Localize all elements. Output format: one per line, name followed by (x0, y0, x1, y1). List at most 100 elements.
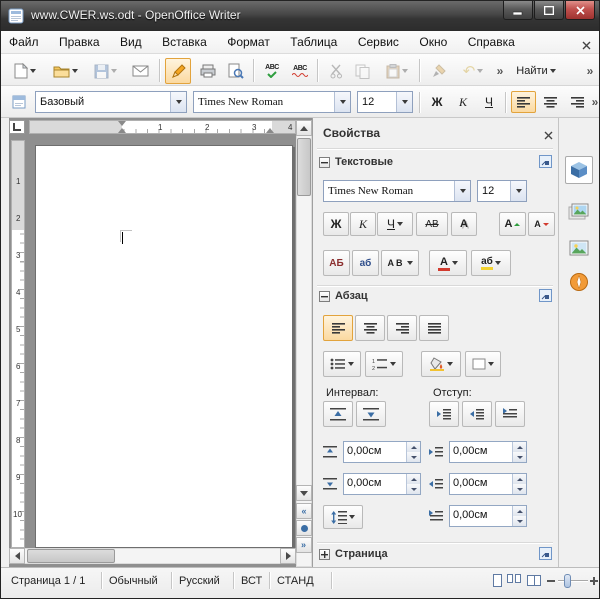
left-indent-marker[interactable] (118, 128, 126, 133)
single-page-view-button[interactable] (493, 574, 502, 587)
print-button[interactable] (195, 58, 221, 84)
close-document-icon[interactable] (582, 37, 591, 55)
title-bar[interactable]: www.CWER.ws.odt - OpenOffice Writer (1, 1, 599, 31)
lowercase-button[interactable]: аб (352, 250, 379, 276)
strikethrough-button[interactable]: АВ (416, 212, 448, 236)
spinner-buttons[interactable] (512, 442, 526, 462)
underline-button[interactable]: Ч (477, 91, 501, 113)
spacing-above-button[interactable] (323, 401, 353, 427)
spellcheck-button[interactable]: ABC (259, 58, 285, 84)
document-page[interactable] (35, 145, 293, 548)
bullet-list-button[interactable] (323, 351, 361, 377)
print-preview-button[interactable] (223, 58, 249, 84)
page-expand-button[interactable] (319, 549, 330, 560)
menu-help[interactable]: Справка (460, 31, 523, 53)
shrink-font-button[interactable]: А (528, 212, 555, 236)
scroll-right-button[interactable] (280, 548, 296, 564)
zoom-out-icon[interactable] (547, 580, 555, 582)
properties-tab[interactable] (565, 156, 593, 184)
language-status[interactable]: Русский (179, 575, 220, 587)
paragraph-dialog-launcher[interactable] (539, 289, 552, 307)
minimize-button[interactable] (503, 1, 533, 20)
character-collapse-button[interactable] (319, 157, 330, 168)
menu-insert[interactable]: Вставка (154, 31, 215, 53)
toolbar-overflow-button[interactable]: » (493, 58, 507, 84)
menu-file[interactable]: Файл (1, 31, 47, 53)
character-spacing-button[interactable]: АВ (381, 250, 419, 276)
navigation-button[interactable] (296, 520, 312, 536)
bold-button[interactable]: Ж (425, 91, 449, 113)
images-tab[interactable] (565, 234, 593, 262)
paragraph-align-right-button[interactable] (387, 315, 417, 341)
selection-mode-status[interactable]: СТАНД (277, 575, 314, 587)
scroll-left-button[interactable] (9, 548, 25, 564)
vertical-ruler[interactable]: 1 2 3 4 5 6 7 8 9 10 (11, 140, 25, 548)
gallery-tab[interactable] (565, 198, 593, 226)
align-center-button[interactable] (538, 91, 563, 113)
close-button[interactable] (565, 1, 595, 20)
scroll-down-button[interactable] (296, 485, 312, 501)
next-page-button[interactable]: « (296, 537, 312, 553)
format-paintbrush-button[interactable] (425, 58, 451, 84)
copy-button[interactable] (349, 58, 375, 84)
sidebar-underline-button[interactable]: Ч (377, 212, 413, 236)
first-line-indent-marker[interactable] (118, 121, 126, 126)
align-right-button[interactable] (565, 91, 590, 113)
numbered-list-button[interactable]: 12 (365, 351, 403, 377)
font-dropdown-button[interactable] (454, 181, 470, 201)
find-button[interactable]: Найти (511, 58, 561, 84)
horizontal-scroll-thumb[interactable] (27, 549, 115, 563)
autospellcheck-button[interactable]: ABC (287, 58, 313, 84)
insert-mode-status[interactable]: ВСТ (241, 575, 262, 587)
page-dialog-launcher[interactable] (539, 547, 552, 565)
cut-button[interactable] (323, 58, 349, 84)
formatting-overflow-button[interactable]: » (589, 91, 600, 113)
paragraph-style-combobox[interactable]: Базовый (35, 91, 187, 113)
find-toolbar-overflow-button[interactable]: » (583, 58, 597, 84)
navigator-tab[interactable] (565, 268, 593, 296)
font-color-button[interactable]: А (429, 250, 467, 276)
font-name-combobox[interactable]: Times New Roman (193, 91, 351, 113)
previous-page-button[interactable]: « (296, 503, 312, 519)
shadow-button[interactable]: А (451, 212, 477, 236)
menu-format[interactable]: Формат (219, 31, 278, 53)
maximize-button[interactable] (534, 1, 564, 20)
spinner-buttons[interactable] (406, 442, 420, 462)
page-status[interactable]: Страница 1 / 1 (11, 575, 85, 587)
font-dropdown-button[interactable] (334, 92, 350, 112)
size-dropdown-button[interactable] (396, 92, 412, 112)
decrease-indent-button[interactable] (462, 401, 492, 427)
paste-button[interactable] (379, 58, 415, 84)
right-indent-marker[interactable] (266, 128, 274, 133)
spinner-buttons[interactable] (512, 506, 526, 526)
open-button[interactable] (47, 58, 83, 84)
spacing-below-button[interactable] (356, 401, 386, 427)
zoom-slider-thumb[interactable] (564, 574, 571, 588)
menu-tools[interactable]: Сервис (350, 31, 407, 53)
grow-font-button[interactable]: А (499, 212, 526, 236)
spinner-buttons[interactable] (512, 474, 526, 494)
spinner-buttons[interactable] (406, 474, 420, 494)
edit-mode-button[interactable] (165, 58, 191, 84)
multi-page-view-button[interactable] (507, 574, 522, 587)
email-button[interactable] (127, 58, 153, 84)
styles-button[interactable] (7, 91, 31, 113)
sidebar-italic-button[interactable]: К (350, 212, 376, 236)
sidebar-font-size-combobox[interactable]: 12 (477, 180, 527, 202)
tab-stop-selector[interactable] (9, 120, 25, 134)
indent-after-spinner[interactable]: 0,00см (449, 473, 527, 495)
character-dialog-launcher[interactable] (539, 155, 552, 173)
indent-first-line-spinner[interactable]: 0,00см (449, 505, 527, 527)
menu-window[interactable]: Окно (411, 31, 455, 53)
spacing-below-spinner[interactable]: 0,00см (343, 473, 421, 495)
spacing-above-spinner[interactable]: 0,00см (343, 441, 421, 463)
menu-edit[interactable]: Правка (51, 31, 108, 53)
paragraph-collapse-button[interactable] (319, 291, 330, 302)
background-color-button[interactable] (421, 351, 461, 377)
increase-indent-button[interactable] (429, 401, 459, 427)
indent-before-spinner[interactable]: 0,00см (449, 441, 527, 463)
highlighting-button[interactable]: аб (471, 250, 511, 276)
hanging-indent-button[interactable] (495, 401, 525, 427)
italic-button[interactable]: К (451, 91, 475, 113)
paragraph-align-left-button[interactable] (323, 315, 353, 341)
